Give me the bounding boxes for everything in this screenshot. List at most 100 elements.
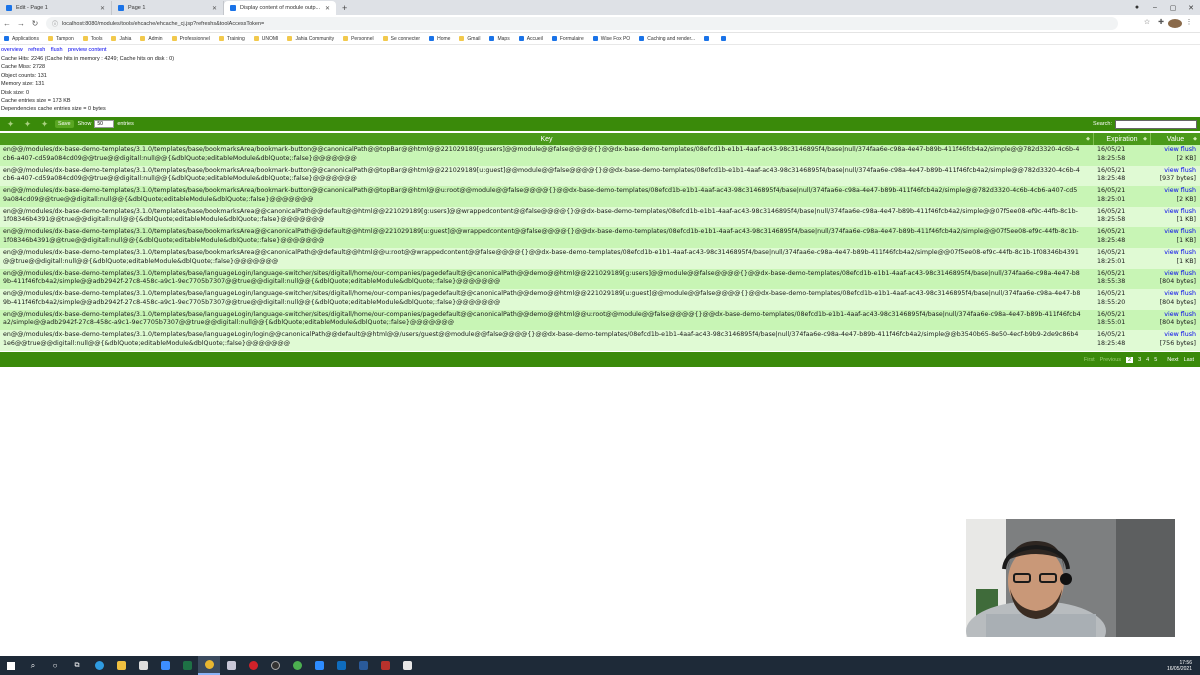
bookmark-item[interactable]: Personnel [343,36,374,42]
flush-row-link[interactable]: flush [1181,228,1196,235]
close-tab-icon[interactable]: ✕ [100,5,105,12]
bookmark-item[interactable]: Caching and render... [639,36,695,42]
forward-icon[interactable]: → [14,19,28,28]
bookmark-item[interactable]: Gmail [459,36,480,42]
view-link[interactable]: view [1164,208,1179,215]
flush-row-link[interactable]: flush [1181,270,1196,277]
file-explorer-icon[interactable] [110,656,132,675]
back-icon[interactable]: ← [0,19,14,28]
chrome-icon[interactable] [198,656,220,675]
browser-menu-icon[interactable]: ⋮ [1182,18,1196,30]
page-button[interactable]: 5 [1154,357,1157,363]
bookmark-item[interactable]: Home [429,36,450,42]
dropbox-icon[interactable] [154,656,176,675]
maximize-icon[interactable]: ▢ [1164,4,1182,12]
app-icon[interactable] [396,656,418,675]
flush-row-link[interactable]: flush [1181,311,1196,318]
bookmark-item[interactable]: Jahia [111,36,131,42]
bookmark-item[interactable] [721,36,729,41]
store-icon[interactable] [132,656,154,675]
browser-tab[interactable]: Page 1 ✕ [112,1,224,15]
bookmark-item[interactable]: Accueil [518,36,543,42]
previous-page-button[interactable]: Previous [1100,357,1121,363]
browser-tab[interactable]: Edit - Page 1 ✕ [0,1,112,15]
page-size-select[interactable]: 50 [94,120,115,128]
extensions-icon[interactable]: ✚ [1154,18,1168,30]
profile-menu-icon[interactable]: ● [1128,4,1146,11]
flush-row-link[interactable]: flush [1181,249,1196,256]
opera-icon[interactable] [242,656,264,675]
new-tab-icon[interactable]: + [342,1,347,15]
browser-tab-active[interactable]: Display content of module outp... ✕ [224,1,336,15]
powershell-icon[interactable] [352,656,374,675]
last-page-button[interactable]: Last [1184,357,1194,363]
flush-row-link[interactable]: flush [1181,290,1196,297]
flush-row-link[interactable]: flush [1181,331,1196,338]
outlook-icon[interactable] [330,656,352,675]
excel-icon[interactable] [176,656,198,675]
view-link[interactable]: view [1164,228,1179,235]
flush-row-link[interactable]: flush [1181,146,1196,153]
profile-avatar[interactable] [1168,18,1182,30]
close-tab-icon[interactable]: ✕ [212,5,217,12]
view-link[interactable]: view [1164,167,1179,174]
flush-row-link[interactable]: flush [1181,208,1196,215]
view-link[interactable]: view [1164,331,1179,338]
search-input[interactable] [1115,119,1197,129]
bookmark-item[interactable]: Jahia Community [287,36,334,42]
bookmark-item[interactable]: Admin [140,36,163,42]
refresh-link[interactable]: refresh [28,47,45,53]
search-icon[interactable]: ⌕ [22,656,44,675]
save-button[interactable]: Save [55,120,74,128]
preview-content-link[interactable]: preview content [68,47,107,53]
view-link[interactable]: view [1164,270,1179,277]
bookmark-item[interactable]: Tampon [47,36,74,42]
minimize-icon[interactable]: – [1146,4,1164,11]
recorder-icon[interactable] [374,656,396,675]
close-tab-icon[interactable]: ✕ [325,5,330,12]
next-page-button[interactable]: Next [1167,357,1178,363]
bookmark-item[interactable]: Training [218,36,245,42]
bookmark-item[interactable]: Se connecter [382,36,420,42]
bookmark-item[interactable]: Formulaire [551,36,584,42]
view-link[interactable]: view [1164,146,1179,153]
flush-link[interactable]: flush [51,47,63,53]
flush-row-link[interactable]: flush [1181,167,1196,174]
cortana-icon[interactable]: ○ [44,656,66,675]
value-column-header[interactable]: Value ◆ [1150,133,1200,145]
bookmark-item[interactable]: Maps [489,36,510,42]
key-column-header[interactable]: Key ◆ [0,133,1093,145]
view-link[interactable]: view [1164,290,1179,297]
address-bar[interactable]: ⓘ localhost:8080/modules/tools/ehcache/e… [46,17,1118,30]
page-button[interactable]: 3 [1138,357,1141,363]
page-button-current[interactable]: 2 [1126,356,1134,363]
view-link[interactable]: view [1164,187,1179,194]
expiration-column-header[interactable]: Expiration ◆ [1093,133,1150,145]
view-link[interactable]: view [1164,311,1179,318]
zoom-icon[interactable] [308,656,330,675]
edge-icon[interactable] [88,656,110,675]
close-window-icon[interactable]: ✕ [1182,4,1200,12]
system-clock[interactable]: 17:56 16/05/2021 [1167,660,1192,672]
reload-icon[interactable]: ↻ [28,19,42,28]
print-icon[interactable]: ✦ [38,119,51,129]
first-page-button[interactable]: First [1084,357,1095,363]
info-icon[interactable]: ⓘ [52,19,58,28]
flush-row-link[interactable]: flush [1181,187,1196,194]
bookmark-item[interactable]: UNOMI [253,36,278,42]
view-link[interactable]: view [1164,249,1179,256]
bookmark-item[interactable]: Wise Fox PO [592,36,630,42]
app-icon[interactable] [220,656,242,675]
bookmark-item[interactable] [704,36,712,41]
task-view-icon[interactable]: ⧉ [66,656,88,675]
bookmark-item[interactable]: Tools [82,36,102,42]
overview-link[interactable]: overview [1,47,23,53]
start-icon[interactable] [0,656,22,675]
chrome-alt-icon[interactable] [286,656,308,675]
bookmark-star-icon[interactable]: ☆ [1140,18,1154,30]
export-icon[interactable]: ✦ [21,119,34,129]
page-button[interactable]: 4 [1146,357,1149,363]
bookmark-item[interactable]: Professionnel [171,36,210,42]
copy-icon[interactable]: ✦ [4,119,17,129]
bookmark-item[interactable]: Applications [4,36,39,42]
